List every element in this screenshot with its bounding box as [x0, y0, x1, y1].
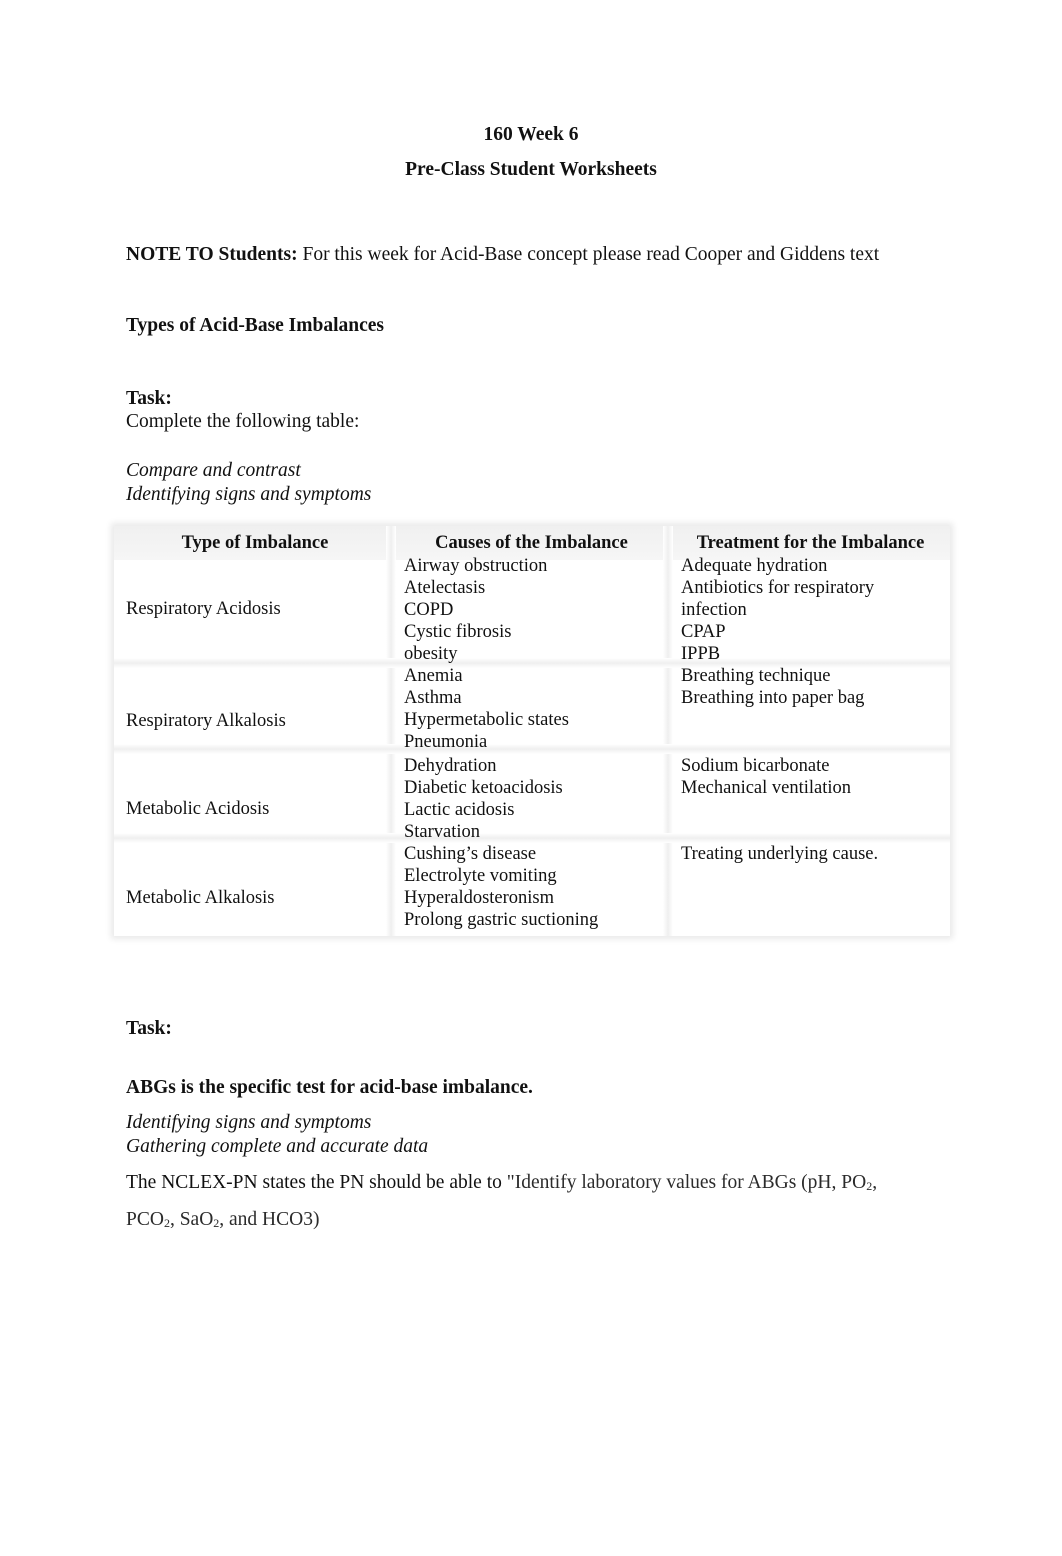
cause-item: Dehydration	[404, 756, 497, 776]
nclex-statement-line1: The NCLEX-PN states the PN should be abl…	[126, 1172, 877, 1194]
abg-heading: ABGs is the specific test for acid-base …	[126, 1077, 533, 1098]
objective-signs: Identifying signs and symptoms	[126, 484, 372, 505]
pco-text: PCO	[126, 1209, 164, 1230]
treatment-item: Treating underlying cause.	[681, 844, 879, 864]
cause-item: Cushing’s disease	[404, 844, 537, 864]
section-heading-imbalances: Types of Acid-Base Imbalances	[126, 315, 385, 336]
treatment-item: infection	[681, 600, 747, 620]
table-cell-treatment: Treating underlying cause.	[681, 843, 878, 865]
cause-item: Starvation	[404, 822, 481, 842]
objective-compare: Compare and contrast	[126, 460, 301, 481]
treatment-item: Antibiotics for respiratory	[681, 578, 875, 598]
column-divider	[663, 526, 673, 936]
note-text: For this week for Acid-Base concept plea…	[297, 244, 880, 265]
cause-item: Asthma	[404, 688, 462, 708]
table-cell-causes: Anemia Asthma Hypermetabolic states Pneu…	[404, 665, 569, 753]
column-divider	[386, 526, 396, 936]
nclex-text: The NCLEX-PN states the PN should be abl…	[126, 1172, 507, 1193]
table-cell-treatment: Breathing technique Breathing into paper…	[681, 665, 864, 709]
nclex-statement-line2: PCO2, SaO2, and HCO3)	[126, 1209, 319, 1231]
cause-item: Cystic fibrosis	[404, 622, 512, 642]
cause-item: Anemia	[404, 666, 463, 686]
column-header-type: Type of Imbalance	[181, 533, 329, 553]
column-header-causes: Causes of the Imbalance	[435, 533, 628, 553]
hco3-text: , and HCO3)	[219, 1209, 320, 1230]
task-label-2: Task:	[126, 1018, 172, 1039]
cause-item: obesity	[404, 644, 458, 664]
table-cell-type: Metabolic Acidosis	[126, 799, 270, 819]
treatment-item: IPPB	[681, 644, 721, 664]
table-cell-treatment: Sodium bicarbonate Mechanical ventilatio…	[681, 755, 851, 799]
cause-item: Diabetic ketoacidosis	[404, 778, 563, 798]
sao-text: , SaO	[169, 1209, 214, 1230]
table-cell-type: Respiratory Acidosis	[126, 599, 281, 619]
note-label: NOTE TO Students:	[126, 244, 298, 265]
objective-data: Gathering complete and accurate data	[126, 1136, 429, 1157]
cause-item: Atelectasis	[404, 578, 486, 598]
task-instruction: Complete the following table:	[126, 411, 360, 432]
treatment-item: Breathing technique	[681, 666, 831, 686]
treatment-item: Sodium bicarbonate	[681, 756, 830, 776]
column-header-treatment: Treatment for the Imbalance	[696, 533, 925, 553]
table-cell-type: Respiratory Alkalosis	[126, 711, 286, 731]
nclex-comma: ,	[872, 1172, 878, 1193]
table-cell-causes: Airway obstruction Atelectasis COPD Cyst…	[404, 555, 547, 665]
cause-item: Pneumonia	[404, 732, 488, 752]
cause-item: Electrolyte vomiting	[404, 866, 557, 886]
treatment-item: CPAP	[681, 622, 726, 642]
imbalance-table: Type of Imbalance Causes of the Imbalanc…	[114, 526, 950, 936]
cause-item: Airway obstruction	[404, 556, 548, 576]
cause-item: Hypermetabolic states	[404, 710, 569, 730]
table-cell-type: Metabolic Alkalosis	[126, 888, 275, 908]
table-cell-causes: Dehydration Diabetic ketoacidosis Lactic…	[404, 755, 563, 843]
table-cell-causes: Cushing’s disease Electrolyte vomiting H…	[404, 843, 598, 931]
task-label-1: Task:	[126, 388, 172, 409]
cause-item: Hyperaldosteronism	[404, 888, 555, 908]
note-to-students: NOTE TO Students: For this week for Acid…	[126, 244, 879, 266]
treatment-item: Mechanical ventilation	[681, 778, 852, 798]
table-cell-treatment: Adequate hydration Antibiotics for respi…	[681, 555, 874, 665]
treatment-item: Adequate hydration	[681, 556, 828, 576]
document-subtitle: Pre-Class Student Worksheets	[405, 159, 657, 180]
cause-item: Lactic acidosis	[404, 800, 515, 820]
nclex-quote: "Identify laboratory values for ABGs (pH…	[506, 1172, 867, 1193]
cause-item: COPD	[404, 600, 454, 620]
objective-signs-2: Identifying signs and symptoms	[126, 1112, 372, 1133]
document-title: 160 Week 6	[483, 124, 579, 145]
treatment-item: Breathing into paper bag	[681, 688, 865, 708]
cause-item: Prolong gastric suctioning	[404, 910, 599, 930]
